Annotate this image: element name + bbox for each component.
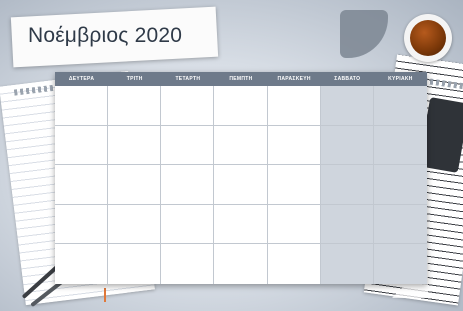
weekday-wednesday: ΤΕΤΑΡΤΗ — [175, 76, 201, 82]
weekday-saturday: ΣΑΒΒΑΤΟ — [334, 76, 361, 82]
day-cell[interactable] — [161, 125, 215, 166]
day-cell[interactable] — [320, 125, 374, 166]
day-cell[interactable] — [108, 244, 162, 284]
day-cell[interactable] — [373, 204, 427, 245]
day-cell[interactable] — [214, 125, 268, 166]
calendar-template: Νοέμβριος 2020 ΔΕΥΤΕΡΑ ΤΡΙΤΗ ΤΕΤΑΡΤΗ ΠΕΜ… — [0, 0, 463, 311]
weekday-thursday: ΠΕΜΠΤΗ — [229, 76, 253, 82]
day-cell[interactable] — [373, 125, 427, 166]
day-cell[interactable] — [267, 125, 321, 166]
day-cell[interactable] — [267, 86, 321, 126]
day-cell[interactable] — [267, 204, 321, 245]
day-cell[interactable] — [161, 244, 215, 284]
day-cell[interactable] — [320, 165, 374, 205]
weekday-sunday: ΚΥΡΙΑΚΗ — [388, 76, 413, 82]
weekday-friday: ΠΑΡΑΣΚΕΥΗ — [277, 76, 311, 82]
calendar-table: ΔΕΥΤΕΡΑ ΤΡΙΤΗ ΤΕΤΑΡΤΗ ΠΕΜΠΤΗ ΠΑΡΑΣΚΕΥΗ Σ… — [55, 72, 427, 284]
day-cell[interactable] — [55, 244, 109, 284]
weekday-monday: ΔΕΥΤΕΡΑ — [68, 76, 95, 82]
day-cell[interactable] — [320, 86, 374, 126]
day-cell[interactable] — [320, 244, 374, 284]
day-cell[interactable] — [55, 204, 109, 245]
day-cell[interactable] — [108, 125, 162, 166]
day-cell[interactable] — [267, 244, 321, 284]
day-cell[interactable] — [267, 165, 321, 205]
day-cell[interactable] — [214, 204, 268, 245]
tape-icon — [340, 10, 388, 58]
day-cell[interactable] — [373, 86, 427, 126]
month-title: Νοέμβριος 2020 — [28, 24, 183, 47]
day-cell[interactable] — [320, 204, 374, 245]
day-cell[interactable] — [108, 165, 162, 205]
day-cell[interactable] — [161, 86, 215, 126]
day-cell[interactable] — [214, 165, 268, 205]
day-cell[interactable] — [214, 244, 268, 284]
day-cell[interactable] — [161, 165, 215, 205]
coffee-cup-icon — [404, 14, 452, 62]
day-cell[interactable] — [55, 165, 109, 205]
weekday-tuesday: ΤΡΙΤΗ — [126, 76, 143, 82]
day-cell[interactable] — [108, 204, 162, 245]
coffee-icon — [410, 20, 446, 56]
day-cell[interactable] — [108, 86, 162, 126]
day-cell[interactable] — [55, 125, 109, 166]
day-cell[interactable] — [55, 86, 109, 126]
day-cell[interactable] — [161, 204, 215, 245]
day-cell[interactable] — [214, 86, 268, 126]
pen-icon — [104, 288, 106, 302]
day-cell[interactable] — [373, 165, 427, 205]
weekday-header: ΔΕΥΤΕΡΑ ΤΡΙΤΗ ΤΕΤΑΡΤΗ ΠΕΜΠΤΗ ΠΑΡΑΣΚΕΥΗ Σ… — [55, 72, 427, 86]
day-grid — [55, 86, 427, 284]
day-cell[interactable] — [373, 244, 427, 284]
